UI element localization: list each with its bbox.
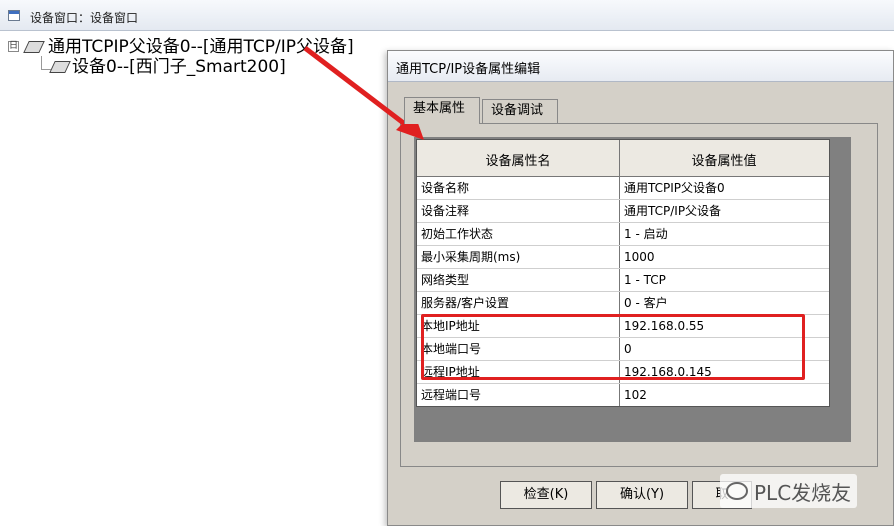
arrow-line <box>303 46 412 130</box>
tab-basic-properties[interactable]: 基本属性 <box>404 97 480 124</box>
annotation-arrow <box>303 46 424 140</box>
